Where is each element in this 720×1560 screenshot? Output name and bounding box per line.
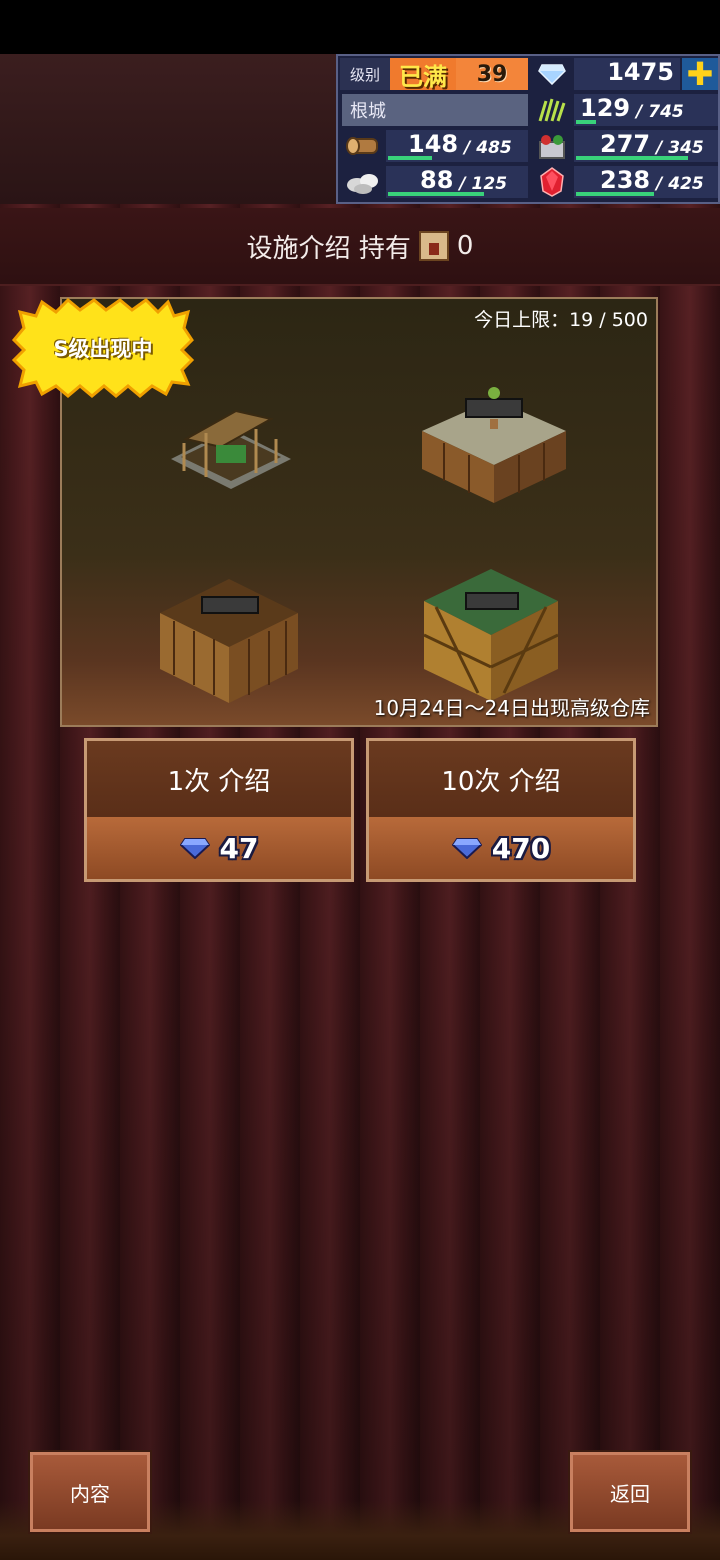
gem-icon	[532, 58, 572, 90]
gem-icon	[451, 838, 482, 859]
food-icon	[532, 130, 572, 162]
draw-ten-button[interactable]: 10次 介绍 470	[366, 738, 636, 882]
stone-value: 88/ 125	[386, 166, 528, 198]
draw-once-cost: 47	[87, 817, 351, 879]
draw-once-cost-value: 47	[219, 831, 259, 865]
held-count: 0	[456, 231, 474, 261]
level-value: 39	[456, 58, 528, 90]
grass-value: 129/ 745	[574, 94, 718, 126]
draw-once-label: 1次 介绍	[87, 741, 351, 817]
wooden-fort-facility-image	[160, 579, 298, 703]
resource-panel: 级别 已满 39 1475 ✚ 根城 129/ 745 148/ 485 277…	[336, 54, 720, 204]
draw-once-button[interactable]: 1次 介绍 47	[84, 738, 354, 882]
stone-icon	[342, 166, 382, 198]
status-bar	[0, 0, 720, 54]
wood-value: 148/ 485	[386, 130, 528, 162]
castle-name: 根城	[342, 94, 528, 126]
gems-value: 1475	[574, 58, 680, 90]
event-banner-text: 10月24日～24日出现高级仓库	[373, 696, 650, 720]
daily-limit: 今日上限：19 / 500	[474, 309, 648, 331]
draw-ten-cost: 470	[369, 817, 633, 879]
gem-icon	[179, 838, 210, 859]
warehouse-facility-image	[423, 569, 559, 701]
top-left-panel	[0, 54, 336, 204]
add-gems-button[interactable]: ✚	[682, 55, 718, 93]
ruby-icon	[532, 166, 572, 198]
draw-ten-cost-value: 470	[491, 831, 551, 865]
ruby-value: 238/ 425	[574, 166, 718, 198]
plaza-facility-image	[422, 387, 566, 503]
content-button[interactable]: 内容	[30, 1452, 150, 1532]
stable-facility-image	[171, 409, 291, 489]
facility-ticket-icon	[418, 231, 449, 261]
level-status: 已满	[390, 58, 456, 91]
s-rank-badge: S级出现中	[11, 297, 195, 398]
level-label: 级别	[340, 58, 390, 90]
food-value: 277/ 345	[574, 130, 718, 162]
title-text: 设施介绍 持有	[246, 233, 411, 264]
back-button[interactable]: 返回	[570, 1452, 690, 1532]
page-title: 设施介绍 持有 0	[0, 208, 720, 286]
grass-icon	[532, 94, 572, 126]
wood-icon	[342, 130, 382, 162]
draw-ten-label: 10次 介绍	[369, 741, 633, 817]
s-rank-badge-label: S级出现中	[53, 337, 153, 361]
